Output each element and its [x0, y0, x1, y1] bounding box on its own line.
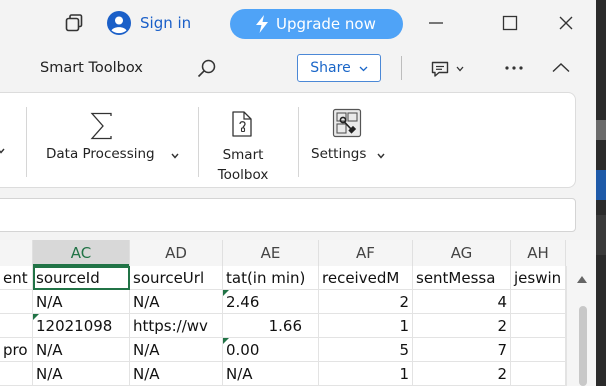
settings-icon[interactable] [331, 107, 363, 139]
table-cell[interactable]: 2 [319, 290, 413, 314]
table-cell[interactable]: 1.66 [223, 314, 319, 338]
toolbar-divider [401, 56, 402, 80]
ribbon-panel: Data Processing Smart Toolbox Settings [0, 92, 576, 188]
chevron-down-icon[interactable] [0, 148, 5, 154]
scroll-up-icon[interactable] [577, 276, 587, 283]
column-header[interactable]: AF [319, 240, 413, 266]
data-processing-button[interactable]: Data Processing [46, 146, 155, 162]
lightning-icon [256, 15, 268, 33]
table-cell[interactable]: N/A [33, 338, 130, 362]
background-window-fragment [596, 120, 606, 140]
chevron-down-icon [171, 153, 179, 159]
column-header[interactable]: AD [130, 240, 223, 266]
header-cell[interactable]: sentMessa [413, 266, 511, 290]
minimize-icon[interactable] [426, 13, 446, 33]
header-cell[interactable]: sourceUrl [130, 266, 223, 290]
column-header[interactable]: AH [511, 240, 566, 266]
table-cell[interactable]: N/A [130, 338, 223, 362]
ribbon-divider [198, 107, 199, 177]
user-avatar-icon [107, 11, 131, 35]
share-label: Share [310, 60, 351, 76]
chevron-down-icon [456, 66, 464, 72]
vertical-scrollbar[interactable] [566, 266, 596, 386]
table-cell[interactable]: 12021098 [33, 314, 130, 338]
search-icon[interactable] [196, 58, 218, 80]
collapse-ribbon-icon[interactable] [550, 59, 572, 77]
column-header-row: AC AD AE AF AG AH [0, 240, 596, 266]
table-cell[interactable]: 2 [413, 314, 511, 338]
table-cell[interactable]: 2.46 [223, 290, 319, 314]
ribbon-divider [298, 107, 299, 177]
sign-in-button[interactable]: Sign in [107, 10, 191, 36]
column-header[interactable] [0, 240, 33, 266]
table-cell[interactable]: 1 [319, 362, 413, 386]
close-icon[interactable] [556, 13, 576, 33]
maximize-icon[interactable] [500, 13, 520, 33]
table-cell[interactable] [0, 290, 33, 314]
sign-in-label: Sign in [140, 14, 192, 32]
smart-toolbox-label-line1: Smart [222, 147, 264, 163]
background-window-fragment [596, 215, 606, 255]
table-cell[interactable]: 5 [319, 338, 413, 362]
table-cell[interactable]: 0.00 [223, 338, 319, 362]
table-cell[interactable] [511, 362, 566, 386]
restore-window-icon[interactable] [64, 13, 84, 33]
formula-bar[interactable] [0, 198, 576, 232]
table-cell[interactable]: N/A [33, 290, 130, 314]
smart-toolbox-label-line2: Toolbox [217, 167, 269, 183]
comment-icon [431, 61, 449, 77]
comments-button[interactable] [430, 58, 470, 80]
upgrade-now-button[interactable]: Upgrade now [230, 9, 403, 39]
header-cell[interactable]: receivedM [319, 266, 413, 290]
header-cell[interactable]: ent [0, 266, 33, 290]
upgrade-label: Upgrade now [276, 15, 376, 33]
settings-button[interactable]: Settings [311, 146, 366, 162]
header-cell[interactable]: sourceId [33, 266, 130, 290]
background-window-fragment [596, 170, 606, 200]
more-options-icon[interactable] [502, 58, 526, 78]
table-cell[interactable]: N/A [130, 290, 223, 314]
ribbon-divider [26, 107, 27, 177]
table-cell[interactable] [511, 290, 566, 314]
ribbon-tab-title[interactable]: Smart Toolbox [40, 60, 143, 76]
chevron-down-icon [377, 153, 385, 159]
table-cell[interactable]: pro [0, 338, 33, 362]
smart-toolbox-icon[interactable] [229, 109, 255, 139]
table-cell[interactable]: 7 [413, 338, 511, 362]
header-cell[interactable]: tat(in min) [223, 266, 319, 290]
table-cell[interactable]: 2 [413, 362, 511, 386]
table-cell[interactable]: N/A [130, 362, 223, 386]
chevron-down-icon [359, 66, 368, 71]
table-cell[interactable] [511, 314, 566, 338]
title-bar: Sign in Upgrade now [0, 0, 606, 46]
header-cell[interactable]: jeswin [511, 266, 566, 290]
table-cell[interactable] [0, 362, 33, 386]
column-header[interactable]: AC [33, 240, 130, 266]
ribbon-header: Smart Toolbox Share [0, 46, 606, 90]
table-cell[interactable]: N/A [33, 362, 130, 386]
table-cell[interactable]: 1 [319, 314, 413, 338]
spreadsheet-grid: AC AD AE AF AG AH ent sourceId sourceUrl tat(in … [0, 240, 596, 386]
smart-toolbox-button[interactable]: Smart Toolbox [203, 145, 283, 185]
table-cell[interactable] [0, 314, 33, 338]
table-cell[interactable] [511, 338, 566, 362]
column-header[interactable]: AE [223, 240, 319, 266]
desktop-background-strip [596, 0, 606, 386]
table-cell[interactable]: 4 [413, 290, 511, 314]
share-button[interactable]: Share [297, 54, 381, 82]
scrollbar-thumb[interactable] [579, 306, 587, 386]
table-cell[interactable]: N/A [223, 362, 319, 386]
table-cell[interactable]: https://wv [130, 314, 223, 338]
column-header[interactable]: AG [413, 240, 511, 266]
sigma-icon[interactable] [88, 111, 116, 141]
